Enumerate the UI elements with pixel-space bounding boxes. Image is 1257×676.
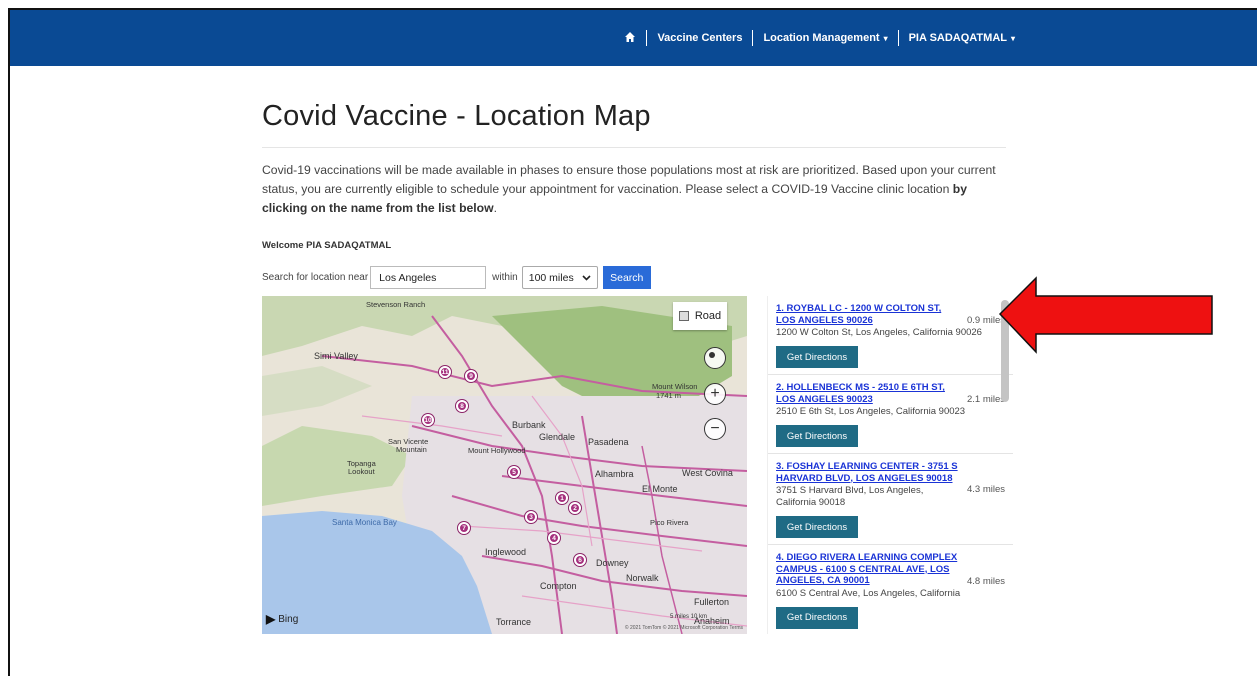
intro-text-main: Covid-19 vaccinations will be made avail… <box>262 163 996 196</box>
nav-location-management-label: Location Management <box>763 32 880 44</box>
location-link[interactable]: 1. ROYBAL LC - 1200 W COLTON ST, LOS ANG… <box>776 303 961 326</box>
road-button-label: Road <box>694 310 722 322</box>
map-label: Torrance <box>496 617 532 627</box>
location-address: 1200 W Colton St, Los Angeles, Californi… <box>776 327 982 338</box>
main-content: Covid Vaccine - Location Map Covid-19 va… <box>262 100 1006 251</box>
location-search-input[interactable] <box>370 266 487 289</box>
map-label: Downey <box>596 558 629 568</box>
map-label: El Monte <box>642 484 678 494</box>
map-pin[interactable]: 10 <box>422 414 434 426</box>
map-scale: 5 miles 10 km <box>669 614 707 620</box>
nav-location-management[interactable]: Location Management ▾ <box>763 32 887 44</box>
nav-menu: Vaccine Centers Location Management ▾ PIA… <box>624 10 1015 66</box>
location-link[interactable]: 2. HOLLENBECK MS - 2510 E 6TH ST, LOS AN… <box>776 382 961 405</box>
map-label: West Covina <box>682 468 733 478</box>
location-address-row: 3751 S Harvard Blvd, Los Angeles, Califo… <box>776 484 1005 509</box>
home-icon[interactable] <box>624 31 636 46</box>
welcome-message: Welcome PIA SADAQATMAL <box>262 240 392 251</box>
list-item: 3. FOSHAY LEARNING CENTER - 3751 S HARVA… <box>768 454 1013 545</box>
location-header: 4. DIEGO RIVERA LEARNING COMPLEX CAMPUS … <box>776 552 1005 587</box>
list-item: 1. ROYBAL LC - 1200 W COLTON ST, LOS ANG… <box>768 296 1013 375</box>
location-map[interactable]: Stevenson Ranch Simi Valley Mount Wilson… <box>262 296 747 634</box>
nav-divider <box>897 30 899 46</box>
get-directions-button[interactable]: Get Directions <box>776 516 858 538</box>
bing-logo: ▶ Bing <box>266 612 298 626</box>
location-list[interactable]: 1. ROYBAL LC - 1200 W COLTON ST, LOS ANG… <box>767 296 1013 634</box>
bing-icon: ▶ <box>266 612 276 626</box>
page-title: Covid Vaccine - Location Map <box>262 100 1006 148</box>
within-label: within <box>492 272 518 283</box>
list-item: 2. HOLLENBECK MS - 2510 E 6TH ST, LOS AN… <box>768 375 1013 454</box>
get-directions-button[interactable]: Get Directions <box>776 606 858 629</box>
map-pin[interactable]: 9 <box>465 370 477 382</box>
get-directions-button[interactable]: Get Directions <box>776 346 858 368</box>
map-pin[interactable]: 2 <box>569 502 581 514</box>
chevron-down-icon: ▾ <box>883 34 888 43</box>
locate-me-icon[interactable] <box>704 347 726 369</box>
intro-text: Covid-19 vaccinations will be made avail… <box>262 161 1006 218</box>
zoom-out-icon[interactable]: − <box>704 418 726 440</box>
red-arrow-annotation <box>998 276 1213 354</box>
nav-vaccine-centers[interactable]: Vaccine Centers <box>657 32 742 44</box>
map-label: Inglewood <box>485 547 527 557</box>
map-pin[interactable]: 1 <box>556 492 568 504</box>
map-label: Pico Rivera <box>650 518 689 527</box>
location-header: 1. ROYBAL LC - 1200 W COLTON ST, LOS ANG… <box>776 303 1005 326</box>
map-label: Pasadena <box>588 437 629 447</box>
search-label: Search for location near <box>262 272 369 283</box>
map-label: Stevenson Ranch <box>366 300 426 309</box>
location-address: 2510 E 6th St, Los Angeles, California 9… <box>776 406 966 417</box>
location-address: 6100 S Central Ave, Los Angeles, Califor… <box>776 587 961 599</box>
intro-text-end: . <box>493 201 497 215</box>
list-item: 4. DIEGO RIVERA LEARNING COMPLEX CAMPUS … <box>768 545 1013 634</box>
map-copyright: © 2021 TomTom © 2021 Microsoft Corporati… <box>624 625 743 631</box>
search-button[interactable]: Search <box>602 266 651 289</box>
map-label: Alhambra <box>595 469 634 479</box>
map-label: 1741 m <box>656 391 682 400</box>
location-header: 3. FOSHAY LEARNING CENTER - 3751 S HARVA… <box>776 461 1005 484</box>
top-navbar: Vaccine Centers Location Management ▾ PIA… <box>10 10 1257 66</box>
map-label: Fullerton <box>694 597 730 607</box>
bing-label: Bing <box>278 613 299 625</box>
radius-select-value: 100 miles <box>528 271 574 284</box>
map-label: Compton <box>540 581 577 591</box>
map-pin[interactable]: 11 <box>439 366 451 378</box>
location-distance: 2.1 miles <box>966 394 1005 405</box>
nav-user-label: PIA SADAQATMAL <box>908 32 1007 44</box>
location-link[interactable]: 3. FOSHAY LEARNING CENTER - 3751 S HARVA… <box>776 461 1005 484</box>
map-label: Burbank <box>512 420 546 430</box>
map-label: Simi Valley <box>314 351 358 361</box>
zoom-in-icon[interactable]: + <box>704 383 726 405</box>
location-distance: 4.8 miles <box>966 575 1005 587</box>
map-style-road-button[interactable]: Road <box>673 302 727 330</box>
location-link[interactable]: 4. DIEGO RIVERA LEARNING COMPLEX CAMPUS … <box>776 552 961 587</box>
chevron-down-icon: ▾ <box>1010 34 1015 43</box>
map-pin[interactable]: 3 <box>525 511 537 523</box>
location-header: 2. HOLLENBECK MS - 2510 E 6TH ST, LOS AN… <box>776 382 1005 405</box>
chevron-down-icon <box>582 274 591 281</box>
location-address: 3751 S Harvard Blvd, Los Angeles, Califo… <box>776 485 924 508</box>
map-pin[interactable]: 5 <box>508 466 520 478</box>
nav-user-menu[interactable]: PIA SADAQATMAL ▾ <box>909 32 1015 44</box>
map-label: Santa Monica Bay <box>332 518 397 527</box>
map-pin[interactable]: 8 <box>456 400 468 412</box>
map-pin[interactable]: 6 <box>574 554 586 566</box>
map-icon <box>678 311 689 321</box>
search-bar: Search for location near within 100 mile… <box>262 266 651 289</box>
map-pin[interactable]: 4 <box>548 532 560 544</box>
map-pin[interactable]: 7 <box>458 522 470 534</box>
radius-select[interactable]: 100 miles <box>521 266 598 289</box>
map-background <box>262 296 747 634</box>
nav-divider <box>646 30 648 46</box>
nav-divider <box>752 30 754 46</box>
get-directions-button[interactable]: Get Directions <box>776 425 858 447</box>
location-distance: 4.3 miles <box>966 484 1005 495</box>
map-label: Mount Wilson <box>652 382 698 391</box>
map-label: Mountain <box>396 445 427 454</box>
map-label: Norwalk <box>626 573 659 583</box>
map-label: Mount Hollywood <box>468 446 526 455</box>
map-label: Glendale <box>539 432 576 442</box>
map-label: Lookout <box>348 467 375 476</box>
